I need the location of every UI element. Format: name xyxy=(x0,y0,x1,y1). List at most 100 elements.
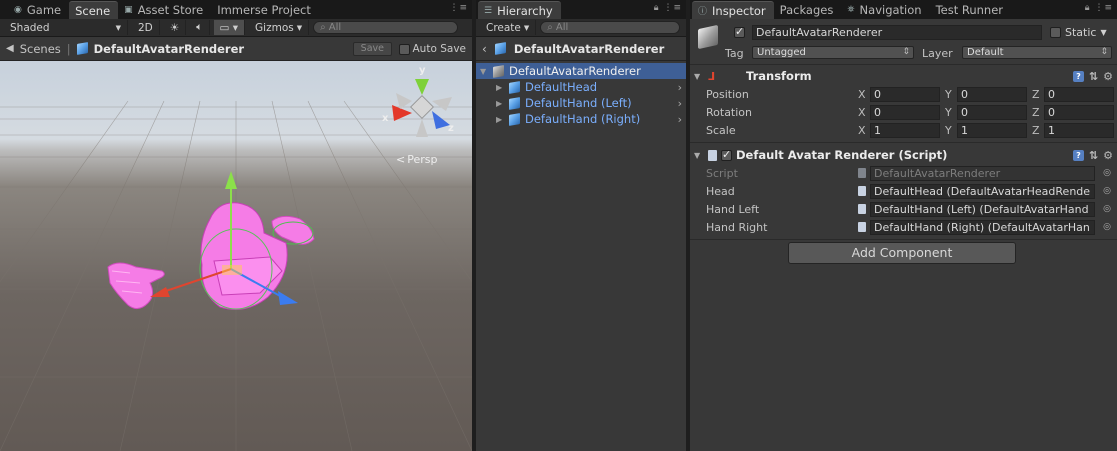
hierarchy-item-default-hand-right[interactable]: ▶ DefaultHand (Right) › xyxy=(476,111,686,127)
expand-arrow-icon[interactable]: ▶ xyxy=(496,99,509,108)
transform-header[interactable]: ▼ ⅃ Transform ? ⇅ ⚙ xyxy=(690,67,1117,85)
script-asset-icon xyxy=(858,168,866,178)
hand-right-value[interactable]: DefaultHand (Right) (DefaultAvatarHan xyxy=(870,219,1095,235)
script-component-header[interactable]: ▼ Default Avatar Renderer (Script) ? ⇅ ⚙ xyxy=(690,146,1117,164)
audio-toggle-icon[interactable]: 🔈︎ xyxy=(190,20,210,35)
object-picker-icon[interactable]: ◎ xyxy=(1103,186,1111,196)
script-enabled-checkbox[interactable] xyxy=(721,148,732,161)
foldout-arrow-icon[interactable]: ▼ xyxy=(694,151,704,160)
scale-y-field[interactable]: 1 xyxy=(957,122,1027,138)
tab-packages-label: Packages xyxy=(779,3,834,17)
transform-scale-row: Scale X1 Y1 Z1 xyxy=(690,121,1117,139)
axis-y-label: y xyxy=(419,65,426,76)
tab-scene[interactable]: Scene xyxy=(69,1,119,19)
axis-x-letter: X xyxy=(858,87,866,101)
position-y-field[interactable]: 0 xyxy=(957,86,1027,102)
preset-icon[interactable]: ⇅ xyxy=(1089,70,1098,83)
tab-menu-icon[interactable]: ⋮≡ xyxy=(449,3,468,13)
settings-gear-icon[interactable]: ⚙ xyxy=(1103,70,1113,83)
expand-arrow-icon[interactable]: ▶ xyxy=(496,83,509,92)
static-checkbox[interactable] xyxy=(1050,27,1061,38)
hierarchy-item-default-head[interactable]: ▶ DefaultHead › xyxy=(476,79,686,95)
layer-dropdown[interactable]: Default xyxy=(962,46,1112,59)
dropdown-arrow-icon: ▼ xyxy=(115,23,121,32)
scale-z-field[interactable]: 1 xyxy=(1044,122,1114,138)
autosave-toggle[interactable]: Auto Save xyxy=(398,43,466,55)
static-toggle[interactable]: Static ▼ xyxy=(1050,26,1107,39)
hand-left-value[interactable]: DefaultHand (Left) (DefaultAvatarHand xyxy=(870,201,1095,217)
tab-hierarchy-label: Hierarchy xyxy=(497,3,553,18)
tab-navigation[interactable]: ⛯ Navigation xyxy=(841,1,929,19)
hand-right-object-field[interactable]: DefaultHand (Right) (DefaultAvatarHan xyxy=(858,219,1095,235)
component-divider xyxy=(690,239,1117,240)
tab-hierarchy[interactable]: ☰ Hierarchy xyxy=(478,1,561,19)
save-button[interactable]: Save xyxy=(352,42,392,56)
lock-icon[interactable]: 🔒︎ ⋮≡ xyxy=(1085,3,1113,13)
tab-asset-store[interactable]: ▣ Asset Store xyxy=(118,1,211,19)
static-label: Static xyxy=(1065,26,1097,39)
tab-inspector-label: Inspector xyxy=(712,3,766,18)
left-hand-mesh[interactable] xyxy=(107,262,165,309)
tab-inspector[interactable]: ⓘ Inspector xyxy=(692,1,774,19)
create-dropdown[interactable]: Create ▼ xyxy=(480,20,537,35)
settings-gear-icon[interactable]: ⚙ xyxy=(1103,149,1113,162)
2d-toggle-button[interactable]: 2D xyxy=(132,20,160,35)
expand-arrow-icon[interactable]: ▼ xyxy=(480,67,493,76)
rotation-y-field[interactable]: 0 xyxy=(957,104,1027,120)
script-file-icon xyxy=(708,149,717,161)
lock-icon[interactable]: 🔒︎ ⋮≡ xyxy=(654,3,682,13)
axis-y-letter: Y xyxy=(945,123,952,137)
rotation-z-field[interactable]: 0 xyxy=(1044,104,1114,120)
orientation-gizmo[interactable]: y x z xyxy=(382,65,460,143)
rotation-z: Z0 xyxy=(1032,104,1114,120)
preset-icon[interactable]: ⇅ xyxy=(1089,149,1098,162)
tab-game[interactable]: ◉ Game xyxy=(8,1,69,19)
object-picker-icon[interactable]: ◎ xyxy=(1103,222,1111,232)
open-prefab-chevron-icon[interactable]: › xyxy=(678,81,682,94)
back-chevron-icon[interactable]: ‹ xyxy=(482,42,487,56)
position-z-field[interactable]: 0 xyxy=(1044,86,1114,102)
open-prefab-chevron-icon[interactable]: › xyxy=(678,113,682,126)
tab-test-runner[interactable]: Test Runner xyxy=(930,1,1011,19)
dropdown-arrow-icon: ▼ xyxy=(296,23,303,32)
foldout-arrow-icon[interactable]: ▼ xyxy=(694,72,704,81)
lighting-toggle-icon[interactable]: ☀ xyxy=(164,20,187,35)
breadcrumb-scenes[interactable]: Scenes xyxy=(20,42,61,56)
prefab-cube-icon xyxy=(509,96,520,110)
scene-search-input[interactable]: ⌕ All xyxy=(313,21,459,34)
scale-x: X1 xyxy=(858,122,940,138)
effects-toggle-icon[interactable]: ▭ ▾ xyxy=(213,20,246,35)
head-object-field[interactable]: DefaultHead (DefaultAvatarHeadRende xyxy=(858,183,1095,199)
position-x-field[interactable]: 0 xyxy=(870,86,940,102)
position-label: Position xyxy=(706,87,749,101)
gizmos-dropdown[interactable]: Gizmos ▼ xyxy=(249,20,310,35)
rotation-x-field[interactable]: 0 xyxy=(870,104,940,120)
help-icon[interactable]: ? xyxy=(1072,150,1084,161)
shading-mode-dropdown[interactable]: Shaded ▼ xyxy=(4,20,128,35)
back-arrow-icon[interactable]: ◀ xyxy=(6,43,14,54)
expand-arrow-icon[interactable]: ▶ xyxy=(496,115,509,124)
hierarchy-item-default-hand-left[interactable]: ▶ DefaultHand (Left) › xyxy=(476,95,686,111)
active-checkbox[interactable] xyxy=(734,25,745,38)
scale-x-field[interactable]: 1 xyxy=(870,122,940,138)
add-component-button[interactable]: Add Component xyxy=(788,242,1016,264)
tab-immerse-project[interactable]: Immerse Project xyxy=(211,1,319,19)
hierarchy-item-root[interactable]: ▼ DefaultAvatarRenderer xyxy=(476,63,686,79)
head-value[interactable]: DefaultHead (DefaultAvatarHeadRende xyxy=(870,183,1095,199)
object-picker-icon[interactable]: ◎ xyxy=(1103,204,1111,214)
object-name-field[interactable]: DefaultAvatarRenderer xyxy=(752,25,1042,40)
projection-label: Persp xyxy=(407,153,438,166)
scene-breadcrumb: ◀ Scenes | DefaultAvatarRenderer Save Au… xyxy=(0,37,472,61)
projection-toggle[interactable]: < Persp xyxy=(396,153,437,166)
tab-packages[interactable]: Packages xyxy=(774,1,842,19)
hierarchy-search-input[interactable]: ⌕ All xyxy=(540,21,681,34)
open-prefab-chevron-icon[interactable]: › xyxy=(678,97,682,110)
scene-viewport[interactable]: y x z < Persp xyxy=(0,61,472,451)
hand-left-object-field[interactable]: DefaultHand (Left) (DefaultAvatarHand xyxy=(858,201,1095,217)
tag-dropdown[interactable]: Untagged xyxy=(752,46,914,59)
dropdown-arrow-icon[interactable]: ▼ xyxy=(1100,28,1106,37)
hierarchy-title: DefaultAvatarRenderer xyxy=(513,41,665,56)
autosave-checkbox[interactable] xyxy=(398,43,410,55)
head-label: Head xyxy=(706,184,735,198)
help-icon[interactable]: ? xyxy=(1072,71,1084,82)
